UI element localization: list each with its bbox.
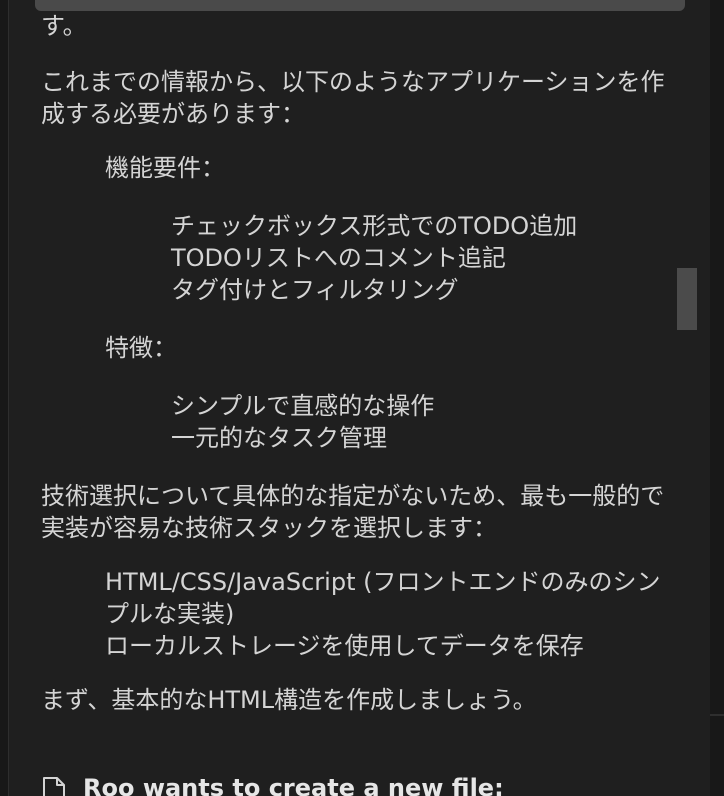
previous-text-tail: す。 <box>41 12 87 40</box>
list-item: TODOリストへのコメント追記 <box>171 244 506 272</box>
intro-paragraph: これまでの情報から、以下のようなアプリケーションを作成する必要があります： <box>41 68 665 128</box>
list-item: 一元的なタスク管理 <box>171 424 387 452</box>
features-heading: 特徴： <box>105 334 177 362</box>
tool-call-label: Roo wants to create a new file: <box>83 774 504 796</box>
assistant-message: これまでの情報から、以下のようなアプリケーションを作成する必要があります： 機能… <box>41 66 681 738</box>
list-item: HTML/CSS/JavaScript (フロントエンドのみのシンプルな実装) <box>105 568 661 628</box>
edge-divider <box>710 714 724 716</box>
features-list: シンプルで直感的な操作 一元的なタスク管理 <box>171 390 681 454</box>
features-section: 特徴： シンプルで直感的な操作 一元的なタスク管理 <box>105 332 681 454</box>
window-edge <box>710 0 724 796</box>
tech-stack-list: HTML/CSS/JavaScript (フロントエンドのみのシンプルな実装) … <box>105 566 681 662</box>
closing-paragraph: まず、基本的なHTML構造を作成しましょう。 <box>41 686 537 714</box>
functional-heading: 機能要件： <box>105 154 225 182</box>
tech-intro-paragraph: 技術選択について具体的な指定がないため、最も一般的で実装が容易な技術スタックを選… <box>41 482 665 542</box>
previous-block-bar <box>35 0 685 11</box>
functional-list: チェックボックス形式でのTODO追加 TODOリストへのコメント追記 タグ付けと… <box>171 210 681 306</box>
file-icon <box>41 768 67 796</box>
tool-call-header[interactable]: Roo wants to create a new file: <box>41 768 504 796</box>
list-item: ローカルストレージを使用してデータを保存 <box>105 632 584 660</box>
list-item: タグ付けとフィルタリング <box>171 276 459 304</box>
list-item: チェックボックス形式でのTODO追加 <box>171 212 578 240</box>
chat-panel: す。 これまでの情報から、以下のようなアプリケーションを作成する必要があります：… <box>8 0 712 796</box>
scrollbar-thumb[interactable] <box>677 268 697 330</box>
scrollbar[interactable] <box>677 0 697 796</box>
list-item: シンプルで直感的な操作 <box>171 392 435 420</box>
functional-requirements: 機能要件： チェックボックス形式でのTODO追加 TODOリストへのコメント追記… <box>105 152 681 306</box>
